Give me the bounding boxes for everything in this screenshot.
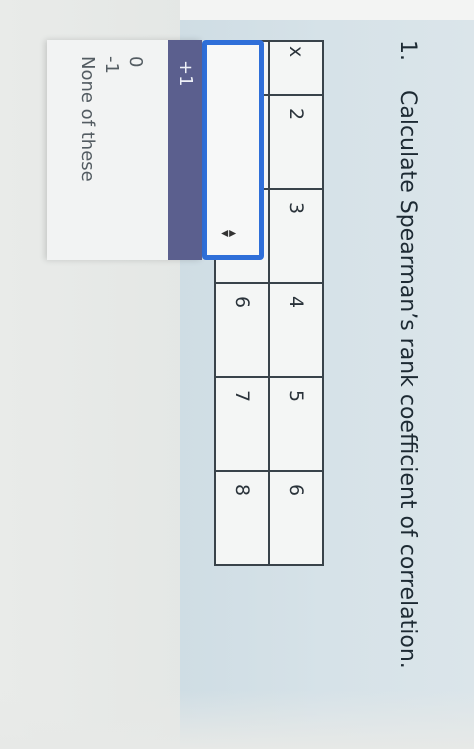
option-zero[interactable]: 0 — [125, 56, 146, 67]
photo-bottom-fade — [0, 690, 474, 749]
answer-select[interactable]: ▴ ▾ — [202, 40, 264, 260]
option-none-of-these[interactable]: None of these — [77, 56, 98, 182]
table-cell: 5 — [269, 377, 323, 471]
answer-dropdown-menu: +1 0 -1 None of these — [47, 40, 202, 260]
table-cell: 7 — [215, 377, 269, 471]
table-row: x 2 3 4 5 6 — [269, 41, 323, 565]
table-cell: 6 — [269, 471, 323, 565]
table-cell: 2 — [269, 95, 323, 189]
table-cell: 4 — [269, 283, 323, 377]
question-number: 1. — [395, 40, 420, 61]
row-header-x: x — [269, 41, 323, 95]
sort-arrows-icon: ▴ ▾ — [217, 229, 241, 237]
table-cell: 8 — [215, 471, 269, 565]
table-cell: 6 — [215, 283, 269, 377]
table-cell: 3 — [269, 189, 323, 283]
option-plus-one[interactable]: +1 — [168, 40, 202, 260]
question-text: Calculate Spearman’s rank coefficient of… — [395, 90, 420, 669]
option-minus-one[interactable]: -1 — [101, 56, 122, 74]
question-content: 1. Calculate Spearman’s rank coefficient… — [0, 0, 474, 749]
